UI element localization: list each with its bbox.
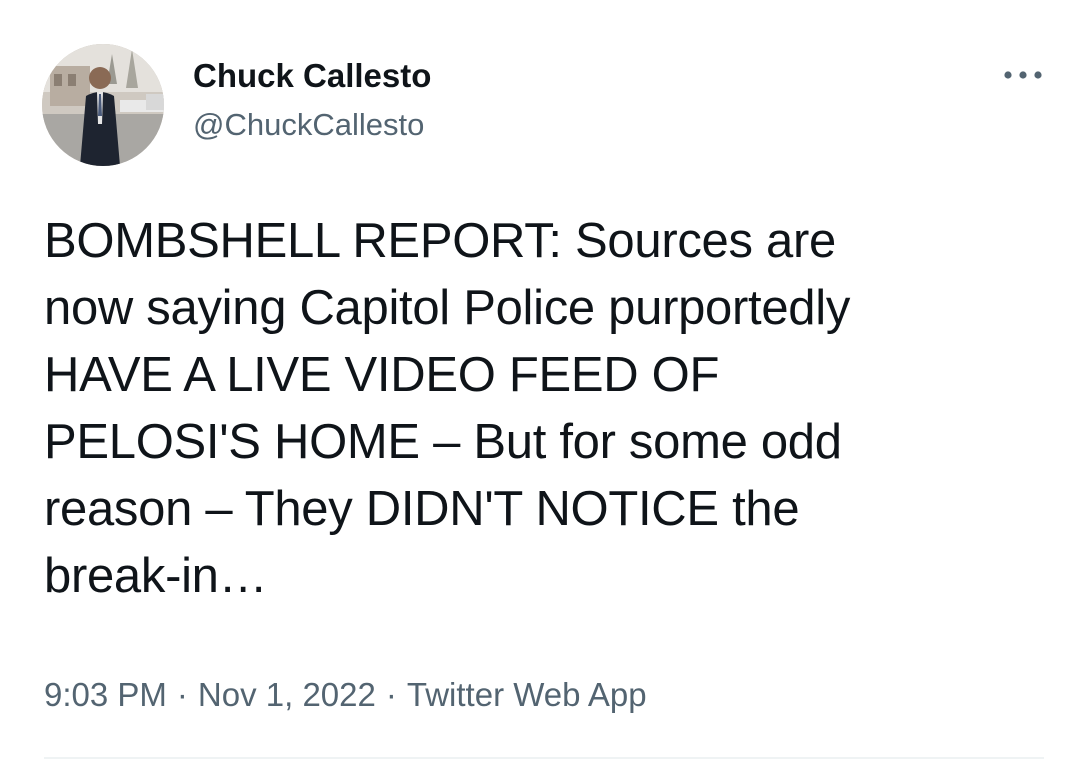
tweet-date[interactable]: Nov 1, 2022: [198, 674, 376, 716]
author-handle[interactable]: @ChuckCallesto: [193, 106, 431, 144]
tweet-time[interactable]: 9:03 PM: [44, 674, 167, 716]
author-info: Chuck Callesto @ChuckCallesto: [193, 56, 431, 144]
tweet-metadata: 9:03 PM · Nov 1, 2022 · Twitter Web App: [44, 674, 647, 716]
divider: [44, 757, 1044, 759]
avatar[interactable]: [42, 44, 164, 166]
more-dots-icon: [1004, 71, 1042, 79]
more-options-button[interactable]: [1000, 62, 1046, 88]
author-display-name[interactable]: Chuck Callesto: [193, 56, 431, 96]
profile-photo: [42, 44, 164, 166]
meta-separator: ·: [385, 676, 397, 713]
meta-separator: ·: [176, 676, 188, 713]
tweet-text: BOMBSHELL REPORT: Sources are now saying…: [44, 214, 851, 603]
tweet-source[interactable]: Twitter Web App: [407, 674, 647, 716]
tweet-card: Chuck Callesto @ChuckCallesto BOMBSHELL …: [0, 0, 1079, 763]
